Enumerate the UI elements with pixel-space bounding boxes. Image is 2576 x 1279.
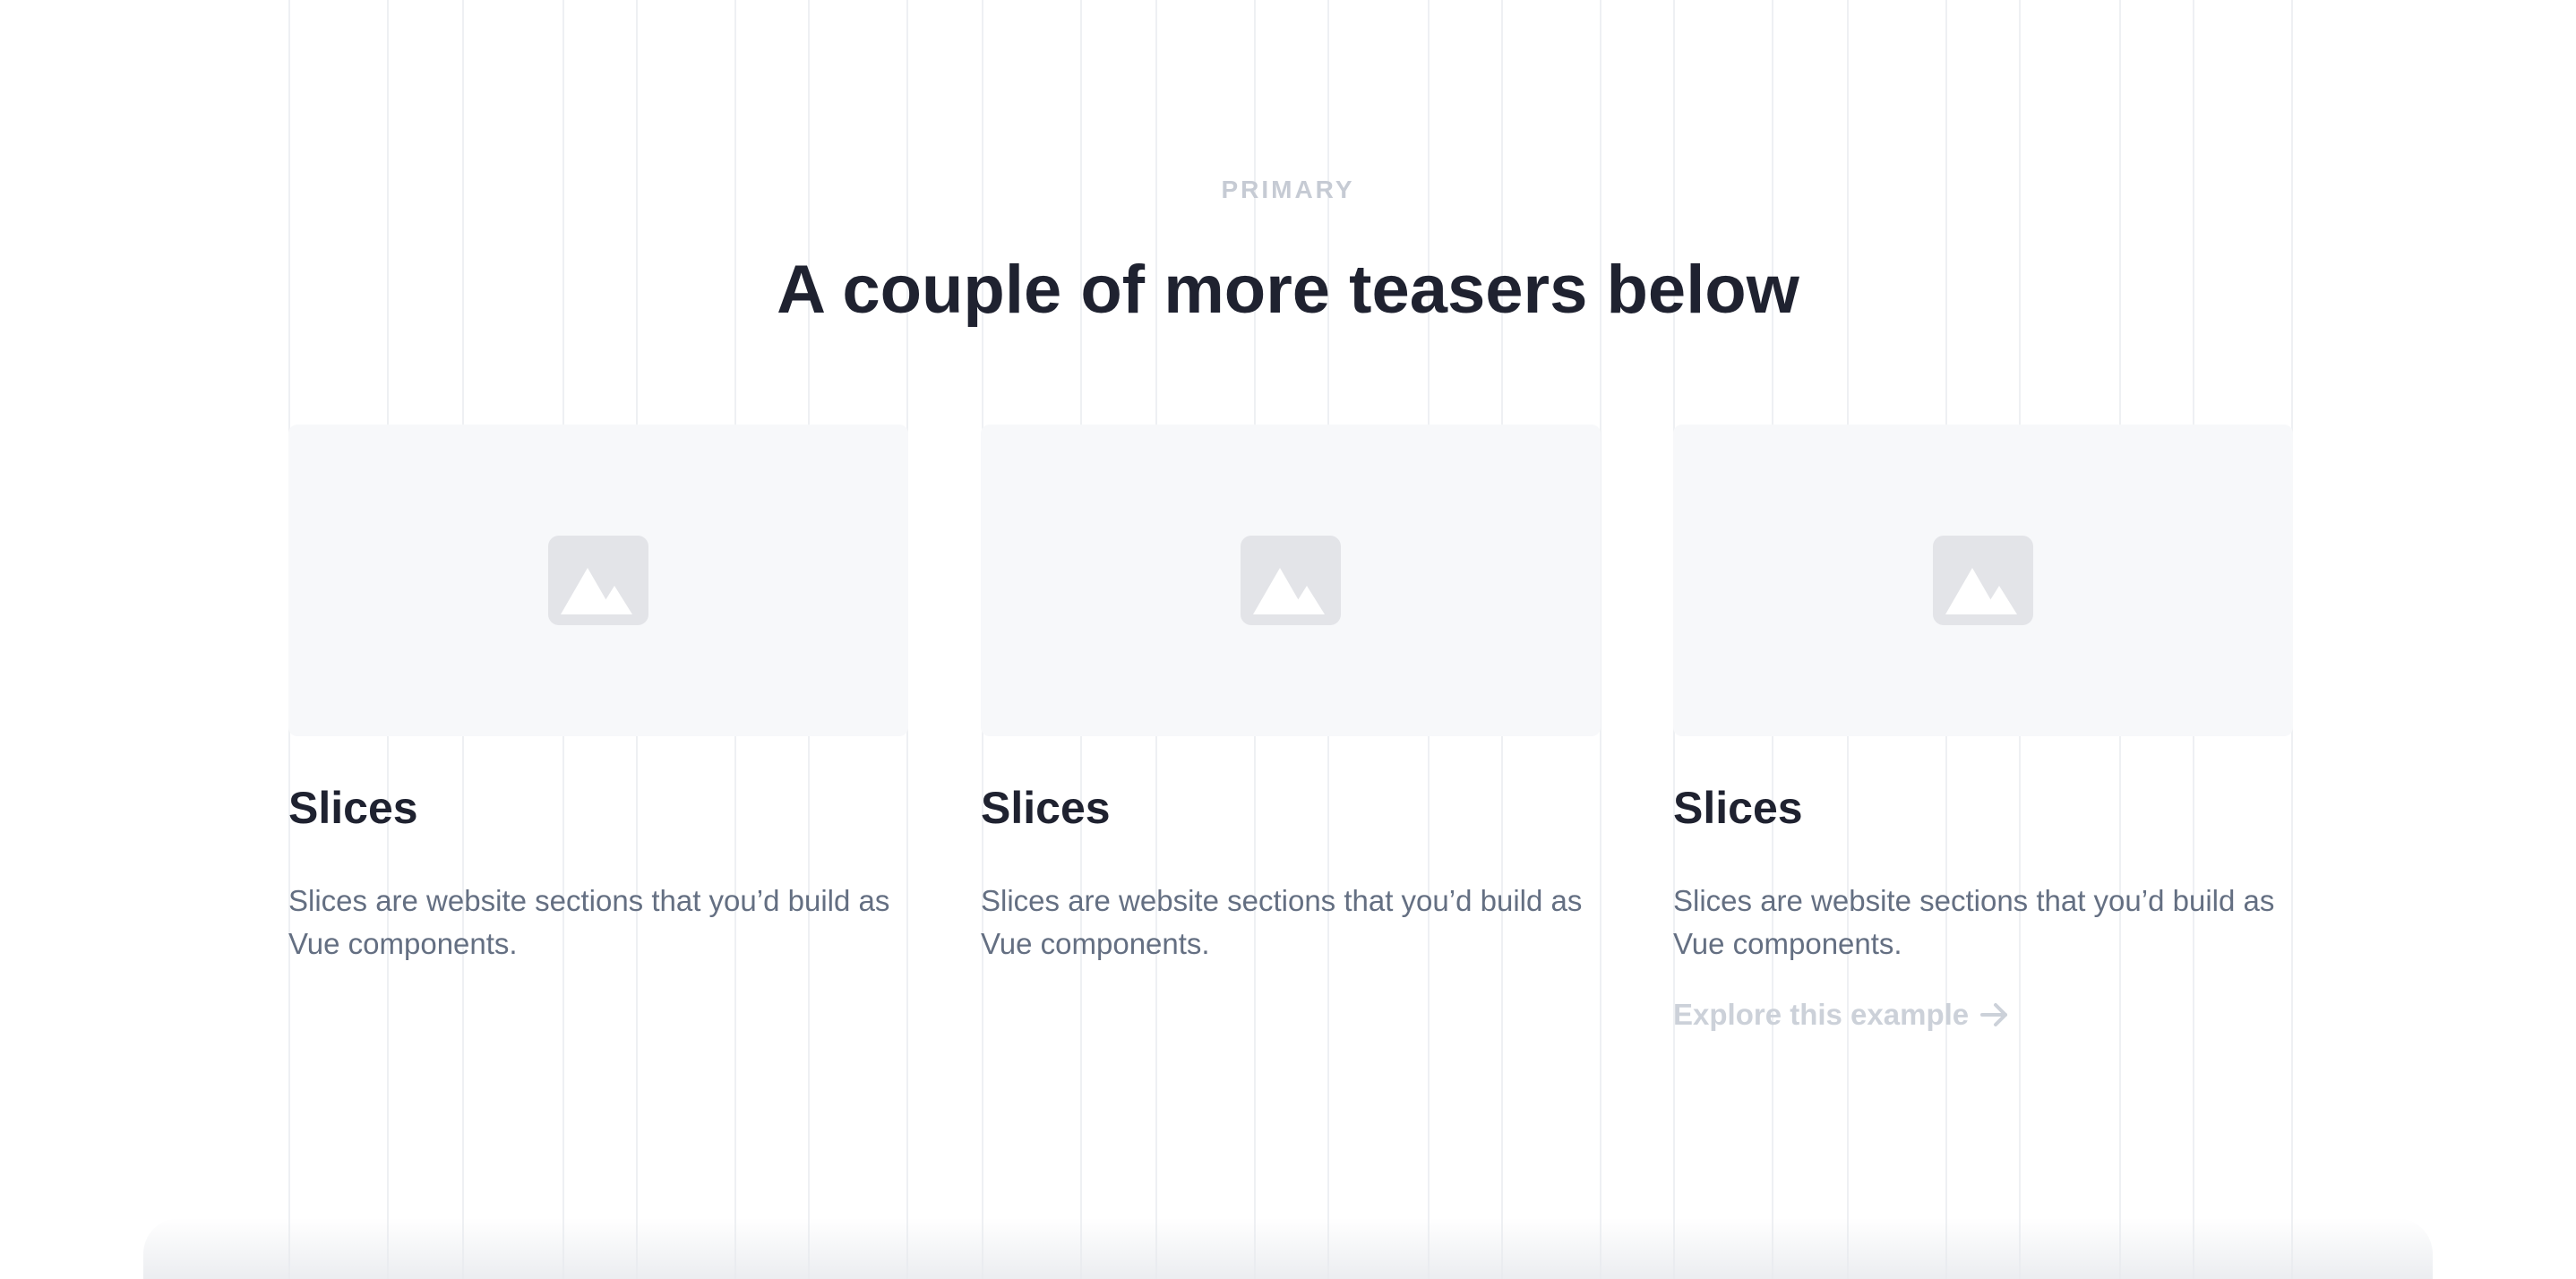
card-title: Slices xyxy=(981,783,1111,833)
image-placeholder-icon xyxy=(548,536,648,625)
explore-example-link[interactable]: Explore this example xyxy=(1673,998,2010,1032)
section-eyebrow: PRIMARY xyxy=(1221,176,1355,203)
card-description: Slices are website sections that you’d b… xyxy=(1673,884,2275,960)
next-section-edge xyxy=(143,1218,2433,1279)
explore-example-link-label: Explore this example xyxy=(1673,998,1970,1031)
card-thumbnail xyxy=(981,425,1601,736)
teaser-card: Slices Slices are website sections that … xyxy=(981,425,1601,960)
arrow-right-icon xyxy=(1980,1003,2008,1026)
card-thumbnail xyxy=(1673,425,2293,736)
card-description: Slices are website sections that you’d b… xyxy=(288,884,890,960)
teaser-card: Slices Slices are website sections that … xyxy=(288,425,908,960)
image-placeholder-icon xyxy=(1933,536,2033,625)
card-title: Slices xyxy=(1673,783,1803,833)
card-description: Slices are website sections that you’d b… xyxy=(981,884,1583,960)
teaser-card: Slices Slices are website sections that … xyxy=(1673,425,2293,1031)
section-heading: A couple of more teasers below xyxy=(777,252,1799,328)
card-thumbnail xyxy=(288,425,908,736)
image-placeholder-icon xyxy=(1241,536,1341,625)
card-title: Slices xyxy=(288,783,418,833)
